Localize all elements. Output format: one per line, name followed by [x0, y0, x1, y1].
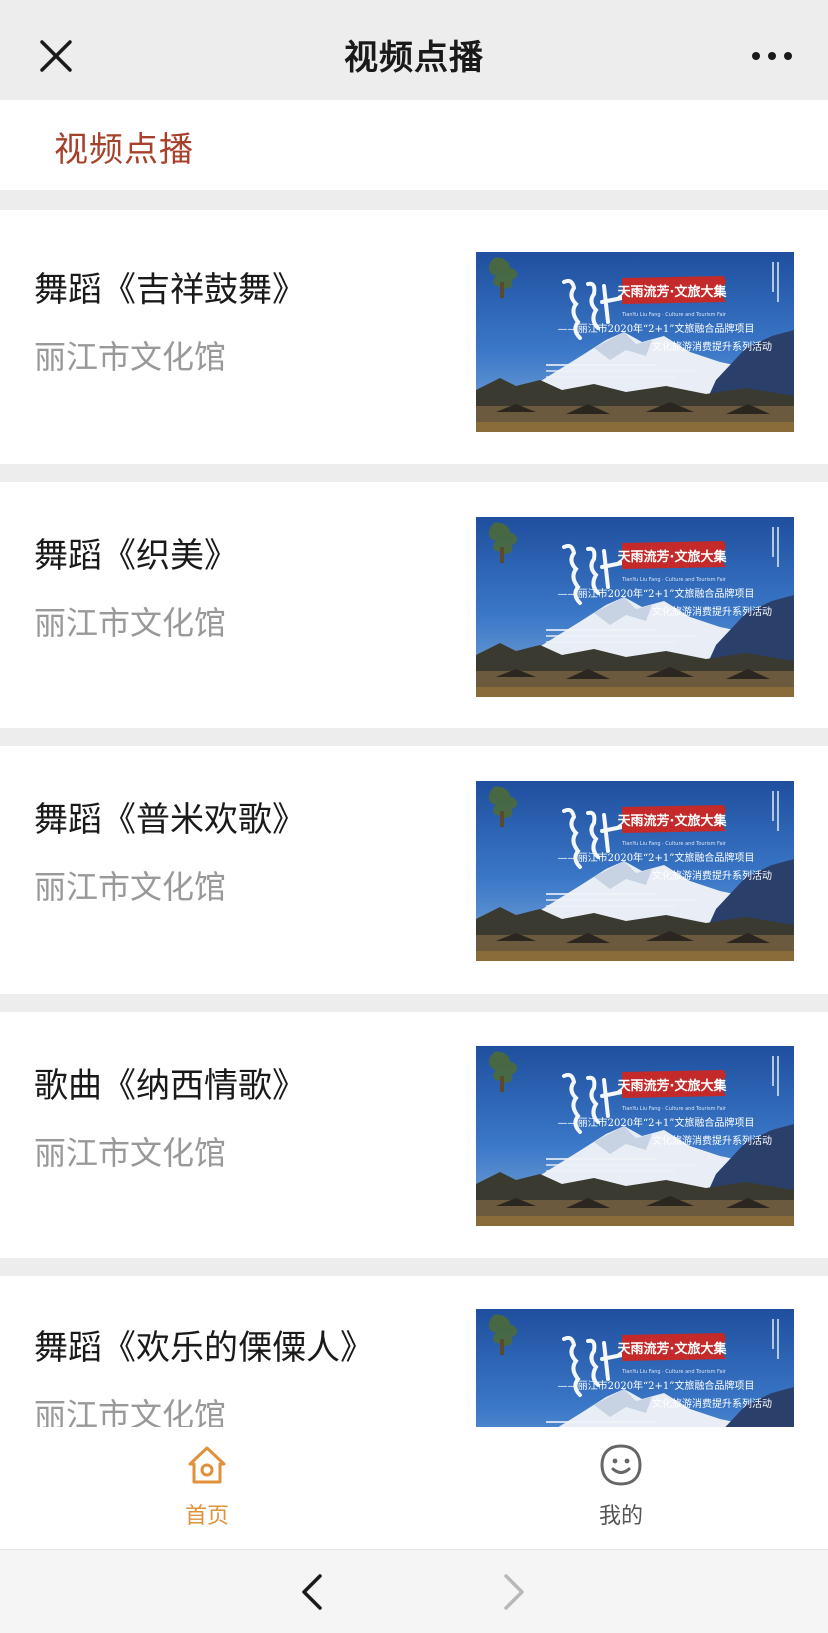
video-thumbnail[interactable]: 天雨流芳·文旅大集 TianYu Liu Fang · Culture and … — [476, 781, 794, 961]
video-source: 丽江市文化馆 — [34, 1134, 227, 1172]
video-list-item[interactable]: 歌曲《纳西情歌》 丽江市文化馆 天雨流芳·文旅大集 TianYu Liu Fan… — [0, 1012, 828, 1258]
poster-line-2: 文化旅游消费提升系列活动 — [652, 605, 772, 618]
video-list-item[interactable]: 舞蹈《欢乐的傈僳人》 丽江市文化馆 天雨流芳·文旅大集 TianYu Liu F… — [0, 1276, 828, 1427]
tab-mine[interactable]: 我的 — [521, 1427, 721, 1549]
video-title: 歌曲《纳西情歌》 — [34, 1066, 306, 1106]
poster-image: 天雨流芳·文旅大集 TianYu Liu Fang · Culture and … — [476, 1046, 794, 1226]
poster-english-subtitle: TianYu Liu Fang · Culture and Tourism Fa… — [621, 1106, 727, 1112]
back-arrow-icon[interactable] — [298, 1572, 326, 1612]
poster-english-subtitle: TianYu Liu Fang · Culture and Tourism Fa… — [621, 312, 727, 318]
poster-english-subtitle: TianYu Liu Fang · Culture and Tourism Fa… — [621, 577, 727, 583]
browser-nav-bar — [0, 1549, 828, 1633]
poster-english-subtitle: TianYu Liu Fang · Culture and Tourism Fa… — [621, 1369, 727, 1375]
section-title: 视频点播 — [54, 130, 194, 170]
poster-image: 天雨流芳·文旅大集 TianYu Liu Fang · Culture and … — [476, 1309, 794, 1427]
smiley-icon — [600, 1444, 642, 1486]
top-nav-bar: 视频点播 — [0, 0, 828, 100]
poster-line-2: 文化旅游消费提升系列活动 — [652, 340, 772, 353]
page-title: 视频点播 — [344, 38, 484, 78]
poster-banner-text: 天雨流芳·文旅大集 — [618, 813, 728, 829]
video-list-item[interactable]: 舞蹈《吉祥鼓舞》 丽江市文化馆 天雨流芳·文旅大集 TianYu Liu Fan… — [0, 210, 828, 464]
video-thumbnail[interactable]: 天雨流芳·文旅大集 TianYu Liu Fang · Culture and … — [476, 1309, 794, 1427]
video-list-item[interactable]: 舞蹈《织美》 丽江市文化馆 天雨流芳·文旅大集 TianYu Liu Fang … — [0, 482, 828, 728]
video-title: 舞蹈《织美》 — [34, 536, 238, 576]
video-title: 舞蹈《欢乐的傈僳人》 — [34, 1328, 374, 1368]
poster-banner-text: 天雨流芳·文旅大集 — [618, 1341, 728, 1357]
video-title: 舞蹈《吉祥鼓舞》 — [34, 270, 306, 310]
poster-banner-text: 天雨流芳·文旅大集 — [618, 284, 728, 300]
video-thumbnail[interactable]: 天雨流芳·文旅大集 TianYu Liu Fang · Culture and … — [476, 517, 794, 697]
poster-line-1: ——丽江市2020年“2+1”文旅融合品牌项目 — [558, 322, 755, 335]
poster-image: 天雨流芳·文旅大集 TianYu Liu Fang · Culture and … — [476, 517, 794, 697]
video-source: 丽江市文化馆 — [34, 868, 227, 906]
tab-home-label: 首页 — [184, 1504, 229, 1529]
poster-line-1: ——丽江市2020年“2+1”文旅融合品牌项目 — [558, 587, 755, 600]
poster-line-1: ——丽江市2020年“2+1”文旅融合品牌项目 — [558, 1116, 755, 1129]
video-source: 丽江市文化馆 — [34, 1396, 227, 1427]
forward-arrow-icon[interactable] — [500, 1572, 528, 1612]
video-thumbnail[interactable]: 天雨流芳·文旅大集 TianYu Liu Fang · Culture and … — [476, 252, 794, 432]
poster-banner-text: 天雨流芳·文旅大集 — [618, 1078, 728, 1094]
poster-image: 天雨流芳·文旅大集 TianYu Liu Fang · Culture and … — [476, 781, 794, 961]
video-source: 丽江市文化馆 — [34, 338, 227, 376]
video-title: 舞蹈《普米欢歌》 — [34, 800, 306, 840]
home-icon — [188, 1446, 226, 1484]
video-source: 丽江市文化馆 — [34, 604, 227, 642]
poster-line-1: ——丽江市2020年“2+1”文旅融合品牌项目 — [558, 851, 755, 864]
poster-image: 天雨流芳·文旅大集 TianYu Liu Fang · Culture and … — [476, 252, 794, 432]
video-list-item[interactable]: 舞蹈《普米欢歌》 丽江市文化馆 天雨流芳·文旅大集 TianYu Liu Fan… — [0, 746, 828, 994]
tab-mine-label: 我的 — [598, 1504, 643, 1529]
poster-line-2: 文化旅游消费提升系列活动 — [652, 1397, 772, 1410]
tab-home[interactable]: 首页 — [107, 1427, 307, 1549]
poster-english-subtitle: TianYu Liu Fang · Culture and Tourism Fa… — [621, 841, 727, 847]
bottom-tab-bar: 首页 我的 — [0, 1427, 828, 1549]
poster-line-2: 文化旅游消费提升系列活动 — [652, 869, 772, 882]
poster-line-2: 文化旅游消费提升系列活动 — [652, 1134, 772, 1147]
page-header: 视频点播 — [0, 100, 828, 190]
more-options-icon[interactable] — [750, 46, 794, 66]
poster-line-1: ——丽江市2020年“2+1”文旅融合品牌项目 — [558, 1379, 755, 1392]
poster-banner-text: 天雨流芳·文旅大集 — [618, 549, 728, 565]
video-thumbnail[interactable]: 天雨流芳·文旅大集 TianYu Liu Fang · Culture and … — [476, 1046, 794, 1226]
